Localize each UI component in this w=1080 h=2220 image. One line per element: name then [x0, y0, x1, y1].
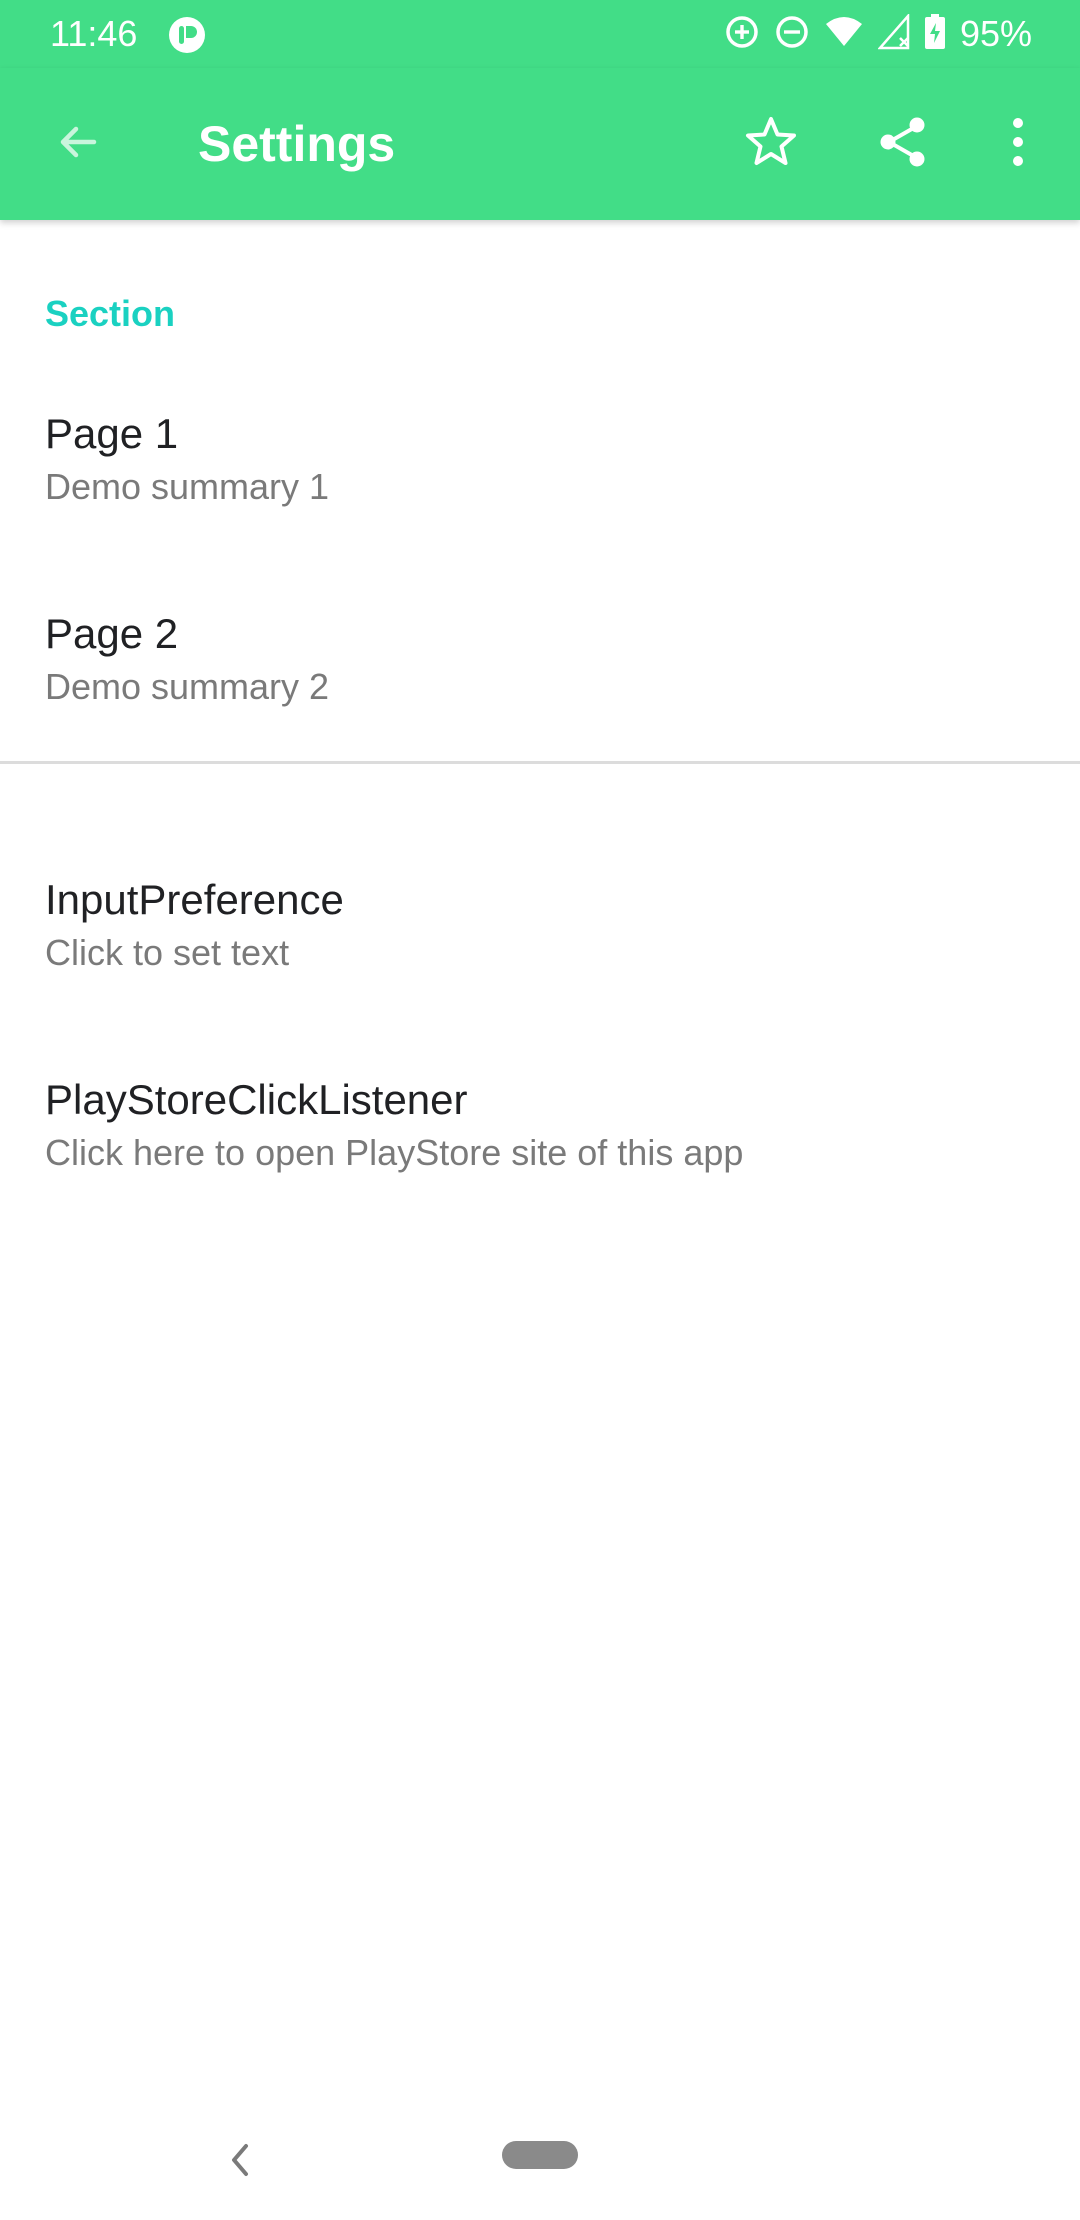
nav-back-icon[interactable] [218, 2138, 262, 2182]
preference-summary: Click here to open PlayStore site of thi… [45, 1132, 744, 1173]
nav-home-pill-icon[interactable] [502, 2141, 578, 2169]
preference-title: PlayStoreClickListener [45, 1076, 468, 1123]
preference-summary: Demo summary 2 [45, 666, 330, 707]
battery-charging-icon [924, 13, 946, 55]
preference-input[interactable]: InputPreference Click to set text [0, 874, 1080, 1024]
app-bar: Settings [0, 68, 1080, 220]
section-header: Section [45, 293, 176, 334]
data-saver-icon [724, 14, 760, 55]
star-icon [743, 114, 799, 175]
preference-summary: Demo summary 1 [45, 466, 330, 507]
preference-page-2[interactable]: Page 2 Demo summary 2 [0, 608, 1080, 758]
signal-no-service-icon [877, 12, 910, 55]
battery-percent: 95% [959, 13, 1032, 54]
share-button[interactable] [861, 102, 945, 186]
status-time: 11:46 [50, 13, 138, 54]
status-bar: 11:46 95% [0, 0, 1080, 68]
preference-page-1[interactable]: Page 1 Demo summary 1 [0, 408, 1080, 558]
system-nav-bar [0, 2110, 1080, 2220]
app-notification-icon [168, 16, 206, 54]
more-options-button[interactable] [976, 102, 1060, 186]
preference-title: Page 1 [45, 410, 179, 457]
favorite-button[interactable] [729, 102, 813, 186]
page-title: Settings [198, 116, 396, 172]
do-not-disturb-icon [774, 14, 810, 55]
preference-summary: Click to set text [45, 932, 290, 973]
wifi-icon [824, 14, 864, 55]
preference-playstore[interactable]: PlayStoreClickListener Click here to ope… [0, 1074, 1080, 1224]
preference-title: InputPreference [45, 876, 344, 923]
share-icon [875, 114, 931, 175]
back-arrow-icon [54, 118, 102, 171]
back-button[interactable] [36, 102, 120, 186]
section-divider [0, 761, 1080, 764]
more-vert-icon [1010, 116, 1026, 173]
preference-title: Page 2 [45, 610, 179, 657]
status-icons: 95% [724, 12, 1032, 56]
